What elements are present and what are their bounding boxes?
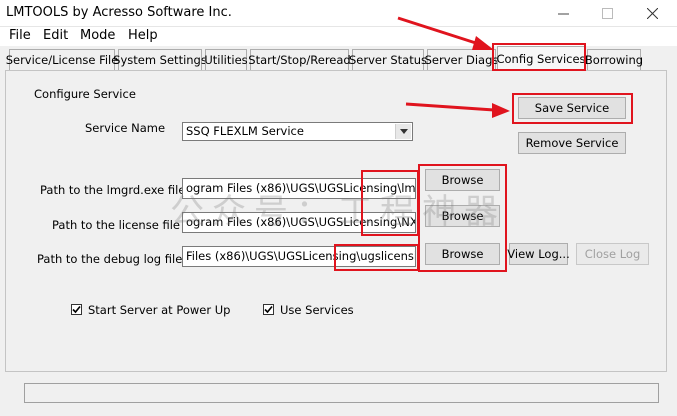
debug-log-browse-button[interactable]: Browse xyxy=(425,243,500,265)
menu-mode[interactable]: Mode xyxy=(80,28,115,43)
tab-utilities[interactable]: Utilities xyxy=(204,49,248,70)
remove-service-button[interactable]: Remove Service xyxy=(518,132,626,154)
debug-log-path-label: Path to the debug log file xyxy=(37,252,183,266)
start-at-powerup-checkbox[interactable] xyxy=(71,304,82,315)
close-log-button[interactable]: Close Log xyxy=(576,243,649,265)
title-bar: LMTOOLS by Acresso Software Inc. xyxy=(0,0,677,27)
minimize-icon xyxy=(557,8,569,19)
service-name-label: Service Name xyxy=(85,121,166,135)
menu-file[interactable]: File xyxy=(9,28,31,43)
tab-start-stop-reread[interactable]: Start/Stop/Reread xyxy=(248,49,351,70)
service-name-dropdown[interactable]: SSQ FLEXLM Service xyxy=(182,122,413,141)
tab-borrowing[interactable]: Borrowing xyxy=(585,49,643,70)
status-bar xyxy=(24,383,659,403)
lmgrd-path-label: Path to the lmgrd.exe file xyxy=(40,183,186,197)
checkmark-icon xyxy=(264,305,273,314)
maximize-icon xyxy=(601,8,613,19)
menu-edit[interactable]: Edit xyxy=(43,28,68,43)
view-log-button[interactable]: View Log... xyxy=(507,243,570,265)
use-services-checkbox[interactable] xyxy=(263,304,274,315)
watermark-text: 公众号：工程神器 xyxy=(170,192,506,232)
tab-service-license-file[interactable]: Service/License File xyxy=(6,49,118,70)
tab-system-settings[interactable]: System Settings xyxy=(113,49,207,70)
license-path-label: Path to the license file xyxy=(52,218,180,232)
menu-bar: File Edit Mode Help xyxy=(0,27,677,46)
maximize-button[interactable] xyxy=(585,0,629,27)
configure-service-label: Configure Service xyxy=(34,87,136,101)
tab-config-services[interactable]: Config Services xyxy=(496,46,586,71)
start-at-powerup-label: Start Server at Power Up xyxy=(88,303,231,317)
debug-log-path-input[interactable]: Files (x86)\UGS\UGSLicensing\ugslicensin… xyxy=(182,246,416,267)
menu-help[interactable]: Help xyxy=(128,28,158,43)
window-title: LMTOOLS by Acresso Software Inc. xyxy=(6,5,232,20)
checkmark-icon xyxy=(72,305,81,314)
tab-server-diags[interactable]: Server Diags xyxy=(425,49,498,70)
close-button[interactable] xyxy=(630,0,674,27)
save-service-button[interactable]: Save Service xyxy=(518,97,626,119)
chevron-down-icon[interactable] xyxy=(395,124,411,139)
service-name-value: SSQ FLEXLM Service xyxy=(186,124,304,138)
minimize-button[interactable] xyxy=(541,0,585,27)
tab-server-status[interactable]: Server Status xyxy=(349,49,427,70)
use-services-label: Use Services xyxy=(280,303,354,317)
close-icon xyxy=(646,8,658,19)
